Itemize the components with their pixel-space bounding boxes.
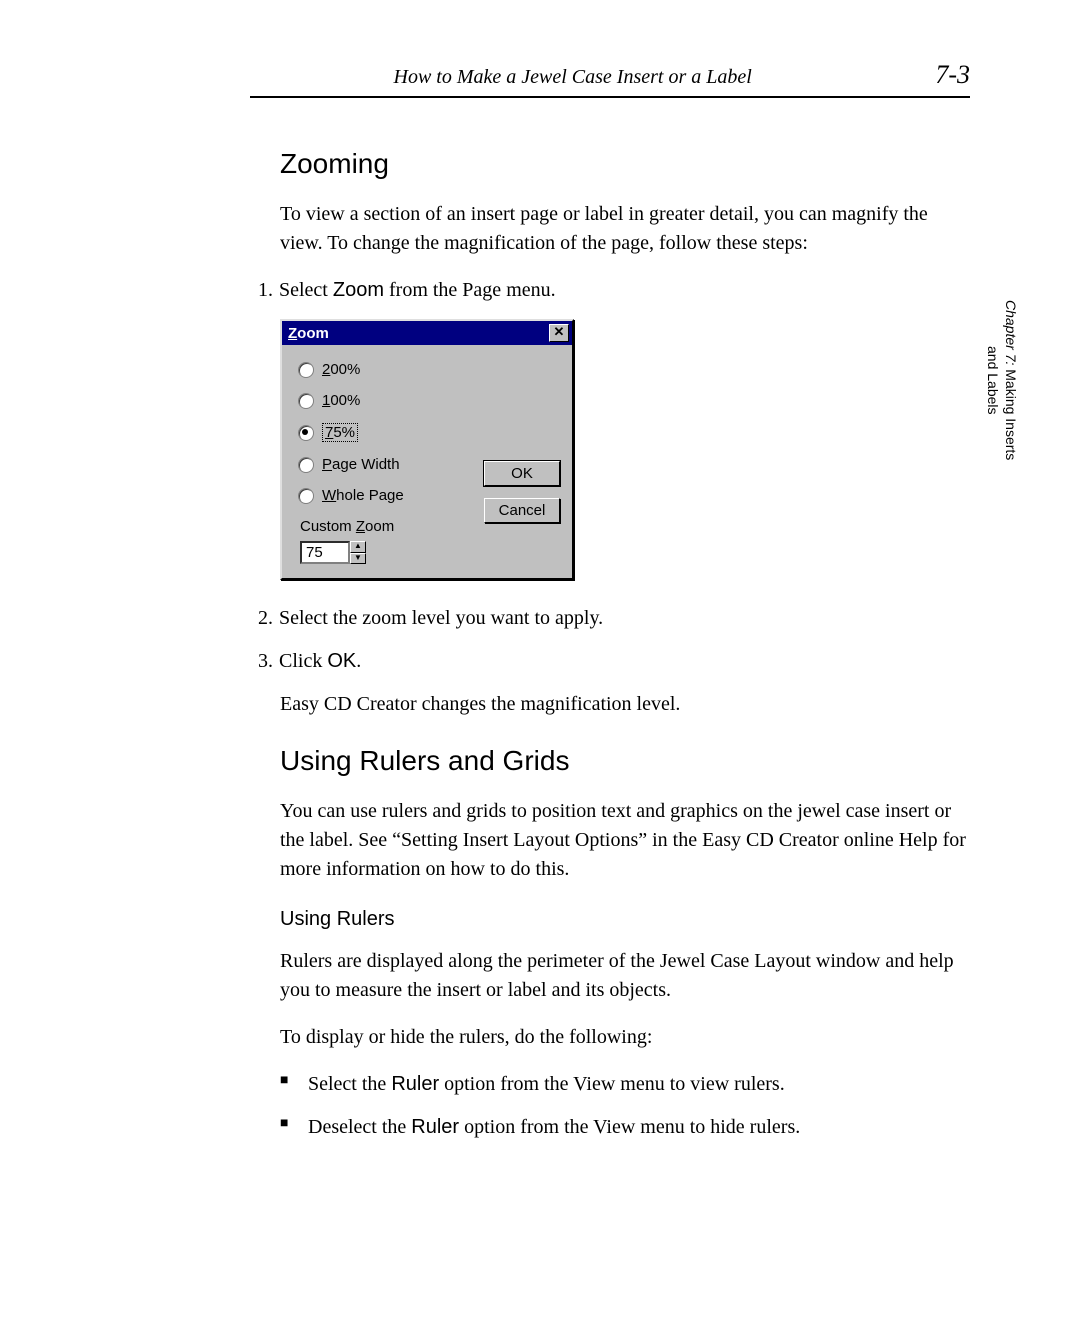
zoom-option-whole-page[interactable]: Whole Page [298,487,470,504]
rulers-p2: To display or hide the rulers, do the fo… [280,1023,970,1052]
step-2: 2.Select the zoom level you want to appl… [250,604,970,633]
side-tab-line2: and Labels [985,346,1001,415]
zooming-heading: Zooming [280,148,970,180]
close-icon[interactable]: ✕ [549,324,569,342]
ruler-bullet-show: Select the Ruler option from the View me… [280,1070,970,1099]
spinner-down-icon[interactable]: ▼ [350,553,366,565]
page-number: 7-3 [935,60,970,90]
custom-zoom-spinner[interactable]: 75 ▲ ▼ [300,541,366,564]
using-rulers-heading: Using Rulers [280,908,970,931]
side-tab: Chapter 7: Making Inserts and Labels [984,300,1020,460]
zoom-option-100[interactable]: 100% [298,392,470,409]
ruler-bullet-hide: Deselect the Ruler option from the View … [280,1113,970,1142]
zoom-dialog: Zoom ✕ 200% 100% 75% Page Widt [280,319,574,580]
zoom-result: Easy CD Creator changes the magnificatio… [280,690,970,719]
running-title: How to Make a Jewel Case Insert or a Lab… [250,66,895,89]
radio-icon [298,393,314,409]
radio-icon [298,425,314,441]
step-3: 3.Click OK. [250,647,970,676]
radio-icon [298,488,314,504]
zooming-intro: To view a section of an insert page or l… [280,200,970,258]
dialog-title: Zoom [288,325,329,342]
custom-zoom-input[interactable]: 75 [300,541,350,564]
radio-icon [298,362,314,378]
radio-icon [298,457,314,473]
step-1: 1.Select Zoom from the Page menu. [250,276,970,305]
cancel-button[interactable]: Cancel [484,498,560,523]
zoom-option-200[interactable]: 200% [298,361,470,378]
running-header: How to Make a Jewel Case Insert or a Lab… [250,60,970,98]
ok-button[interactable]: OK [484,461,560,486]
rulers-grids-intro: You can use rulers and grids to position… [280,797,970,884]
zoom-option-page-width[interactable]: Page Width [298,456,470,473]
dialog-titlebar[interactable]: Zoom ✕ [282,321,572,345]
zoom-option-75[interactable]: 75% [298,423,470,442]
side-tab-chapter: Chapter 7: [1003,300,1019,365]
rulers-p1: Rulers are displayed along the perimeter… [280,947,970,1005]
side-tab-line1: Making Inserts [1003,365,1019,460]
spinner-up-icon[interactable]: ▲ [350,541,366,553]
rulers-grids-heading: Using Rulers and Grids [280,745,970,777]
custom-zoom-label: Custom Zoom [300,518,470,535]
